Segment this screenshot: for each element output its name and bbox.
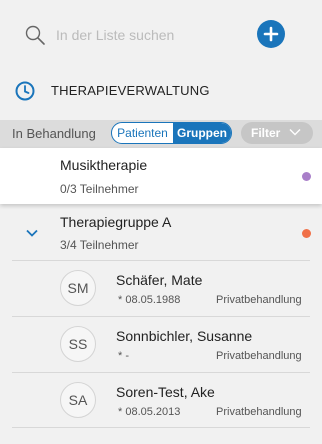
plus-icon [263, 26, 279, 42]
avatar: SA [60, 382, 96, 418]
clock-icon [15, 81, 35, 101]
search-input[interactable] [56, 24, 246, 46]
patient-name: Schäfer, Mate [116, 272, 203, 288]
group-name: Therapiegruppe A [60, 214, 172, 230]
group-color-dot [302, 172, 311, 181]
filter-dropdown[interactable]: Filter [241, 122, 313, 144]
group-name: Musiktherapie [60, 157, 148, 173]
toggle-patienten[interactable]: Patienten [112, 123, 173, 143]
patient-birthdate: * - [118, 350, 129, 362]
patient-treatment-type: Privatbehandlung [216, 406, 302, 418]
patient-birthdate: * 08.05.1988 [118, 294, 181, 306]
view-toggle: Patienten Gruppen [111, 122, 232, 144]
group-participants: 0/3 Teilnehmer [60, 182, 139, 196]
search-row [0, 0, 322, 70]
patient-birthdate: * 08.05.2013 [118, 406, 181, 418]
chevron-down-icon[interactable] [25, 228, 39, 238]
avatar: SS [60, 326, 96, 362]
toggle-gruppen[interactable]: Gruppen [173, 123, 231, 143]
group-color-dot [302, 229, 311, 238]
group-item-musiktherapie[interactable]: Musiktherapie 0/3 Teilnehmer [0, 148, 322, 204]
patient-row[interactable]: SS Sonnbichler, Susanne * - Privatbehand… [12, 316, 310, 372]
patient-treatment-type: Privatbehandlung [216, 294, 302, 306]
filter-bar: In Behandlung Patienten Gruppen Filter [0, 120, 322, 148]
chevron-down-icon [289, 129, 301, 136]
patient-name: Sonnbichler, Susanne [116, 328, 253, 344]
group-participants: 3/4 Teilnehmer [60, 238, 139, 252]
search-icon [25, 25, 45, 45]
patient-treatment-type: Privatbehandlung [216, 350, 302, 362]
avatar: SM [60, 270, 96, 306]
patient-row[interactable]: SM Schäfer, Mate * 08.05.1988 Privatbeha… [12, 260, 310, 316]
patient-name: Soren-Test, Ake [116, 384, 215, 400]
filter-dropdown-label: Filter [251, 126, 281, 140]
filter-label: In Behandlung [12, 126, 96, 141]
group-item-therapiegruppe-a[interactable]: Therapiegruppe A 3/4 Teilnehmer [0, 204, 322, 260]
add-button[interactable] [257, 20, 285, 48]
section-header: THERAPIEVERWALTUNG [0, 72, 322, 112]
patient-row[interactable]: SA Soren-Test, Ake * 08.05.2013 Privatbe… [12, 372, 310, 428]
section-title: THERAPIEVERWALTUNG [51, 83, 210, 98]
